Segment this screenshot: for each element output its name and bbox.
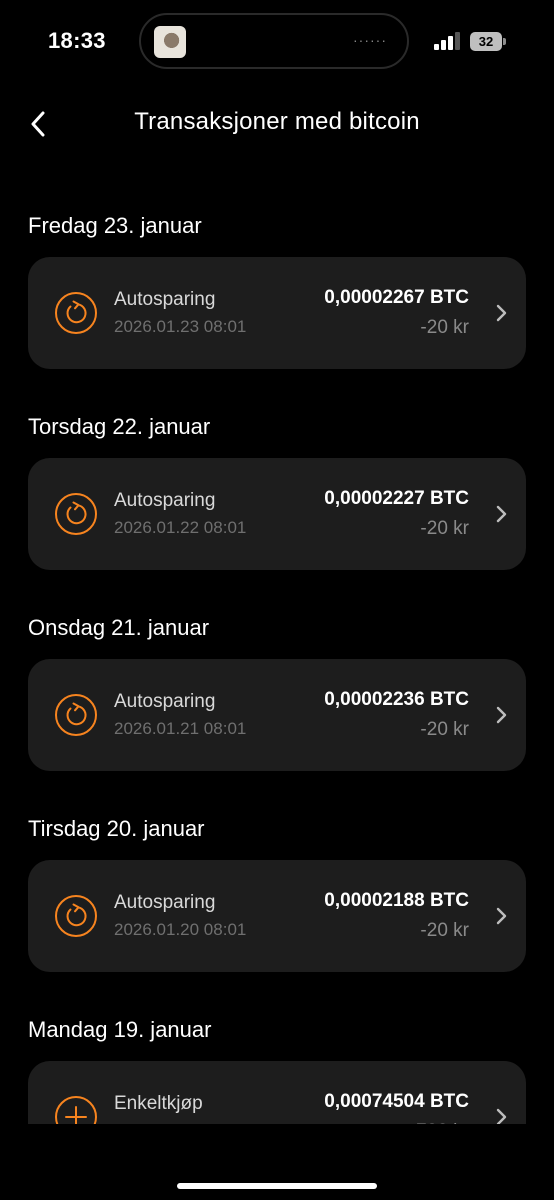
status-bar: 18:33 ······ 32 bbox=[0, 0, 554, 84]
transaction-btc-amount: 0,00074504 BTC bbox=[324, 1091, 469, 1112]
home-indicator[interactable] bbox=[177, 1183, 377, 1189]
battery-icon: 32 bbox=[470, 32, 502, 51]
recurring-icon bbox=[54, 693, 98, 737]
group-date-heading: Torsdag 22. januar bbox=[28, 414, 211, 439]
transaction-type: Autosparing bbox=[114, 892, 216, 913]
transaction-fiat-amount: -20 kr bbox=[420, 719, 469, 740]
transaction-card[interactable]: Autosparing 2026.01.23 08:01 0,00002267 … bbox=[28, 257, 526, 369]
page-title: Transaksjoner med bitcoin bbox=[134, 108, 420, 135]
island-activity-dots: ······ bbox=[353, 32, 387, 48]
transaction-fiat-amount: -20 kr bbox=[420, 317, 469, 338]
transaction-list: Fredag 23. januar Autosparing 2026.01.23… bbox=[28, 208, 526, 1200]
transaction-type: Autosparing bbox=[114, 490, 216, 511]
transaction-fiat-amount: -20 kr bbox=[420, 920, 469, 941]
transaction-group: Fredag 23. januar Autosparing 2026.01.23… bbox=[28, 208, 526, 369]
header: Transaksjoner med bitcoin bbox=[0, 96, 554, 152]
now-playing-thumbnail bbox=[154, 26, 186, 58]
transaction-btc-amount: 0,00002188 BTC bbox=[324, 890, 469, 911]
transaction-fiat-amount: -20 kr bbox=[420, 518, 469, 539]
battery-level: 32 bbox=[478, 34, 494, 49]
transaction-group: Onsdag 21. januar Autosparing 2026.01.21… bbox=[28, 610, 526, 771]
transaction-btc-amount: 0,00002236 BTC bbox=[324, 689, 469, 710]
transaction-group: Torsdag 22. januar Autosparing 2026.01.2… bbox=[28, 409, 526, 570]
cellular-signal-icon bbox=[434, 32, 460, 50]
group-date-heading: Onsdag 21. januar bbox=[28, 615, 210, 640]
recurring-icon bbox=[54, 894, 98, 938]
transaction-type: Enkeltkjøp bbox=[114, 1093, 203, 1114]
dynamic-island[interactable]: ······ bbox=[139, 13, 409, 69]
group-date-heading: Fredag 23. januar bbox=[28, 213, 202, 238]
transaction-btc-amount: 0,00002227 BTC bbox=[324, 488, 469, 509]
chevron-right-icon bbox=[496, 304, 507, 322]
status-time: 18:33 bbox=[48, 28, 106, 53]
group-date-heading: Mandag 19. januar bbox=[28, 1017, 212, 1042]
transaction-card[interactable]: Autosparing 2026.01.22 08:01 0,00002227 … bbox=[28, 458, 526, 570]
battery-tip bbox=[503, 38, 506, 45]
transaction-datetime: 2026.01.23 08:01 bbox=[114, 317, 247, 336]
chevron-right-icon bbox=[496, 505, 507, 523]
transaction-btc-amount: 0,00002267 BTC bbox=[324, 287, 469, 308]
transaction-type: Autosparing bbox=[114, 691, 216, 712]
transaction-datetime: 2026.01.22 08:01 bbox=[114, 518, 247, 537]
group-date-heading: Tirsdag 20. januar bbox=[28, 816, 205, 841]
transaction-card[interactable]: Autosparing 2026.01.21 08:01 0,00002236 … bbox=[28, 659, 526, 771]
screen: 18:33 ······ 32 Transaksjoner med bitcoi… bbox=[0, 0, 554, 1200]
recurring-icon bbox=[54, 291, 98, 335]
transaction-card[interactable]: Autosparing 2026.01.20 08:01 0,00002188 … bbox=[28, 860, 526, 972]
chevron-right-icon bbox=[496, 907, 507, 925]
transaction-datetime: 2026.01.21 08:01 bbox=[114, 719, 247, 738]
recurring-icon bbox=[54, 492, 98, 536]
transaction-datetime: 2026.01.20 08:01 bbox=[114, 920, 247, 939]
chevron-right-icon bbox=[496, 706, 507, 724]
transaction-group: Tirsdag 20. januar Autosparing 2026.01.2… bbox=[28, 811, 526, 972]
transaction-type: Autosparing bbox=[114, 289, 216, 310]
